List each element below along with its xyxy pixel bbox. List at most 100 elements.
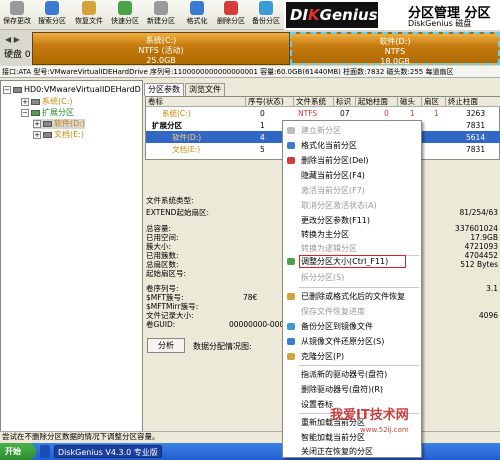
- disk-icon: [13, 86, 22, 93]
- tree-item-c[interactable]: + 系统(C:): [21, 97, 73, 107]
- status-bar: 尝试在不删除分区数据的情况下调整分区容量。: [0, 431, 500, 442]
- menu-item-to-primary[interactable]: 转换为主分区: [283, 227, 423, 242]
- menu-item-format[interactable]: 格式化当前分区: [283, 138, 423, 153]
- menu-item-hide[interactable]: 隐藏当前分区(F4): [283, 168, 423, 183]
- delete-icon: [287, 157, 295, 164]
- tree-item-e[interactable]: + 文档(E:): [33, 130, 84, 140]
- tree-item-disk[interactable]: − HD0:VMwareVirtualIDEHardD: [3, 85, 141, 95]
- col-header-id[interactable]: 标识: [334, 97, 356, 107]
- collapse-icon[interactable]: −: [3, 85, 11, 94]
- detail-value: 512 Bytes: [460, 260, 498, 269]
- detail-value: 00000000-000: [229, 320, 285, 329]
- drive-icon: [31, 98, 40, 105]
- detail-label: $MFT簇号:: [146, 293, 184, 302]
- detail-label: 卷序列号:: [146, 284, 179, 293]
- data-allocation-label: 数据分配情况图:: [193, 342, 252, 351]
- save-changes-button[interactable]: 保存更改: [3, 1, 31, 29]
- menu-item-deactivate[interactable]: 取消分区激活状态(A): [283, 198, 423, 213]
- partition-block-c[interactable]: 系统(C:) NTFS (活动) 25.0GB: [32, 32, 290, 65]
- delete-partition-button[interactable]: 删除分区: [217, 1, 245, 29]
- partition-name: 系统(C:): [145, 36, 177, 45]
- partition-fs: NTFS (活动): [138, 46, 184, 55]
- menu-item-close-recovering[interactable]: 关闭正在恢复的分区: [283, 444, 423, 459]
- table-cell[interactable]: 文档(E:): [170, 144, 200, 155]
- brand-subtitle: DiskGenius 磁盘: [408, 19, 472, 28]
- new-partition-icon: [287, 127, 295, 134]
- menu-item-remove-letter[interactable]: 删除驱动器号(盘符)(R): [283, 382, 423, 397]
- table-cell: 1: [260, 121, 265, 130]
- detail-label: 起始扇区号:: [146, 269, 187, 278]
- col-header-fs[interactable]: 文件系统: [294, 97, 334, 107]
- menu-item-restore[interactable]: 从镜像文件还原分区(S): [283, 334, 423, 349]
- menu-item-activate[interactable]: 激活当前分区(F7): [283, 183, 423, 198]
- col-header-volume[interactable]: 卷标: [146, 97, 246, 107]
- table-cell: 1: [434, 109, 439, 118]
- col-header-sector[interactable]: 扇区: [422, 97, 446, 107]
- drive-icon: [43, 131, 52, 138]
- table-cell[interactable]: 软件(D:): [170, 132, 201, 143]
- detail-value: 17.9GB: [470, 233, 498, 242]
- expand-icon[interactable]: +: [21, 97, 29, 106]
- menu-item-recover-files[interactable]: 已删除或格式化后的文件恢复: [283, 289, 423, 304]
- highlight-box: [299, 255, 406, 268]
- table-cell: 4: [260, 133, 265, 142]
- disk-map: ◀ ▶ 硬盘 0 系统(C:) NTFS (活动) 25.0GB 软件(D:) …: [0, 30, 500, 66]
- resize-icon: [287, 258, 295, 265]
- search-icon: [45, 1, 59, 15]
- partition-block-d[interactable]: 软件(D:) NTFS 18.0GB: [290, 32, 500, 66]
- detail-label: 已用簇数:: [146, 251, 179, 260]
- table-cell[interactable]: 系统(C:): [160, 108, 191, 119]
- menu-item-split[interactable]: 拆分分区(S): [283, 270, 423, 285]
- menu-item-delete[interactable]: 删除当前分区(Del): [283, 153, 423, 168]
- detail-value: 4704452: [464, 251, 498, 260]
- col-header-index[interactable]: 序号(状态): [246, 97, 294, 107]
- partition-size: 25.0GB: [146, 56, 176, 65]
- disk-label: 硬盘 0: [4, 50, 31, 60]
- col-header-end-cyl[interactable]: 终止柱面: [446, 97, 500, 107]
- tab-partition-params[interactable]: 分区参数: [144, 83, 184, 96]
- col-header-head[interactable]: 磁头: [398, 97, 422, 107]
- restore-icon: [287, 338, 295, 345]
- start-button[interactable]: 开始: [0, 443, 36, 460]
- recover-files-button[interactable]: 恢复文件: [75, 1, 103, 29]
- menu-item-backup[interactable]: 备份分区到镜像文件: [283, 319, 423, 334]
- tree-item-extended[interactable]: − 扩展分区: [21, 108, 74, 118]
- disk-info-bar: 接口:ATA 型号:VMwareVirtualIDEHardDrive 序列号:…: [0, 66, 500, 78]
- format-icon: [190, 1, 204, 15]
- menu-item-change-params[interactable]: 更改分区参数(F11): [283, 213, 423, 228]
- tab-browse-files[interactable]: 浏览文件: [185, 83, 225, 96]
- quick-partition-button[interactable]: 快速分区: [111, 1, 139, 29]
- save-icon: [10, 1, 24, 15]
- backup-partition-button[interactable]: 备份分区: [252, 1, 280, 29]
- disk-nav-arrows[interactable]: ◀ ▶: [5, 35, 20, 44]
- search-partition-button[interactable]: 搜索分区: [38, 1, 66, 29]
- analyze-button[interactable]: 分析: [147, 338, 185, 353]
- tree-item-d[interactable]: + 软件(D:): [33, 119, 86, 129]
- expand-icon[interactable]: +: [33, 130, 41, 139]
- table-cell[interactable]: 扩展分区: [150, 120, 182, 131]
- expand-icon[interactable]: +: [33, 119, 41, 128]
- backup-icon: [259, 1, 273, 15]
- detail-label: EXTEND起始扇区:: [146, 208, 209, 217]
- table-cell: 1: [410, 109, 415, 118]
- format-icon: [287, 142, 295, 149]
- quick-launch-icon[interactable]: [40, 445, 50, 458]
- col-header-start-cyl[interactable]: 起始柱面: [356, 97, 398, 107]
- recover-icon: [287, 293, 295, 300]
- table-cell: 7831: [466, 145, 486, 154]
- menu-item-assign-letter[interactable]: 指派新的驱动器号(盘符): [283, 367, 423, 382]
- detail-value: 78€: [243, 293, 258, 302]
- table-cell: 5: [260, 145, 265, 154]
- extended-partition-icon: [31, 109, 40, 116]
- detail-label: 已用空间:: [146, 233, 179, 242]
- collapse-icon[interactable]: −: [21, 108, 29, 117]
- menu-item-new-partition[interactable]: 建立新分区: [283, 123, 423, 138]
- taskbar-app-button[interactable]: DiskGenius V4.3.0 专业版: [54, 445, 162, 458]
- watermark-url: www.52ij.com: [360, 426, 409, 434]
- table-cell: 0: [384, 109, 389, 118]
- format-button[interactable]: 格式化: [184, 1, 210, 29]
- taskbar: 开始 DiskGenius V4.3.0 专业版: [0, 443, 500, 460]
- menu-item-clone[interactable]: 克隆分区(P): [283, 349, 423, 364]
- menu-item-save-progress[interactable]: 保存文件恢复进度: [283, 304, 423, 319]
- new-partition-button[interactable]: 新建分区: [147, 1, 175, 29]
